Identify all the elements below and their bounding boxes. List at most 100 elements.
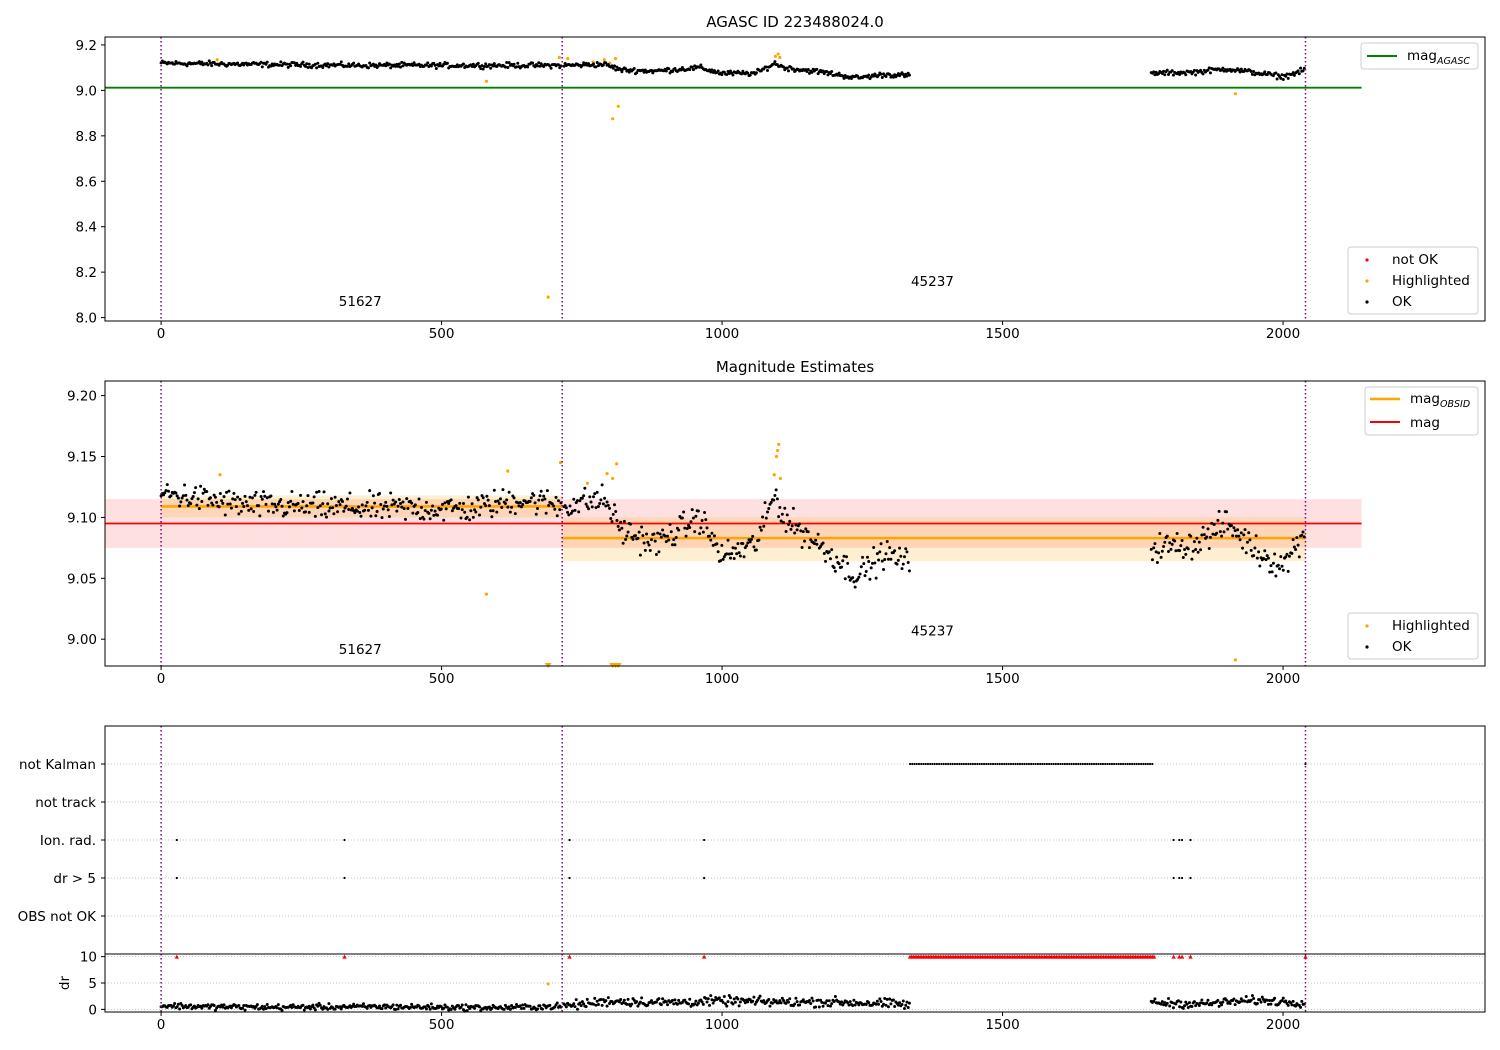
data-point [239,509,243,513]
data-point [1191,549,1195,553]
data-point [1278,567,1282,571]
data-point [698,532,702,536]
flag-point [991,762,995,766]
data-point [630,1002,634,1006]
data-point [591,62,595,66]
data-point [626,997,630,1001]
data-point [1269,564,1273,568]
data-point [786,69,790,73]
data-point [667,538,671,542]
data-point [573,508,577,512]
flag-point [1081,762,1084,766]
flag-point [1095,762,1098,766]
data-point [337,500,341,504]
highlighted-point [615,462,619,466]
flag-point [1088,762,1091,766]
data-point [650,999,654,1003]
data-point [334,503,338,507]
data-point [454,504,458,508]
x-tick-label: 1000 [705,671,739,687]
flag-point [568,876,571,880]
data-point [810,996,814,1000]
data-point [898,546,902,550]
data-point [1225,510,1229,514]
data-point [1153,542,1157,546]
data-point [184,493,188,497]
data-point [316,61,320,65]
flag-point [1009,762,1013,766]
data-point [473,1006,477,1010]
flag-point [1039,762,1042,766]
data-point [1190,1004,1194,1008]
flag-point [994,762,997,766]
data-point [640,996,644,1000]
data-point [206,1003,210,1007]
data-point [237,1003,241,1007]
data-point [528,1004,532,1008]
data-point [486,498,490,502]
data-point [178,1007,182,1011]
flag-category-label: OBS not OK [18,909,98,925]
data-point [593,996,597,1000]
data-point [801,530,805,534]
flag-point [1079,762,1082,766]
flag-point [1108,762,1111,766]
data-point [762,999,766,1003]
data-point [824,559,828,563]
data-point [460,508,464,512]
data-point [1163,540,1167,544]
data-point [572,1002,576,1006]
data-point [709,538,713,542]
flag-point [1045,762,1048,766]
data-point [389,491,393,495]
data-point [479,505,483,509]
data-point [503,501,507,505]
flag-category-label: Ion. rad. [40,833,96,849]
data-point [880,75,884,79]
data-point [1231,534,1235,538]
data-point [460,1003,464,1007]
data-point [1281,568,1285,572]
flag-point [1099,762,1102,766]
data-point [722,995,726,999]
data-point [1292,545,1296,549]
highlighted-point [605,471,609,476]
data-point [280,1008,284,1012]
data-point [670,998,674,1002]
flag-point [1034,762,1037,766]
y-tick-label: 0 [88,1002,97,1018]
data-point [622,998,626,1002]
data-point [737,1004,741,1008]
data-point [598,502,602,506]
data-point [275,508,279,512]
data-point [417,497,421,501]
data-point [1275,77,1279,81]
data-point [704,518,708,522]
data-point [215,500,219,504]
data-point [626,530,630,534]
data-point [861,555,865,559]
flag-point [989,762,992,766]
flag-point [703,838,706,842]
data-point [391,1003,395,1007]
data-point [1194,73,1198,77]
data-point [1197,540,1201,544]
data-point [299,493,303,497]
flag-point [1000,762,1004,766]
highlighted-point [778,476,783,481]
data-point [1273,996,1277,1000]
data-point [780,512,784,516]
data-point [1259,1000,1263,1004]
data-point [575,1007,579,1011]
data-point [279,498,283,502]
legend-notok-label: not OK [1392,252,1439,268]
obs-label: 45237 [911,274,954,290]
data-point [852,998,856,1002]
data-point [809,1002,813,1006]
data-point [772,498,776,502]
data-point [653,539,657,543]
flag-point [175,876,178,880]
data-point [608,506,612,510]
data-point [449,498,453,502]
flag-point [940,762,943,766]
